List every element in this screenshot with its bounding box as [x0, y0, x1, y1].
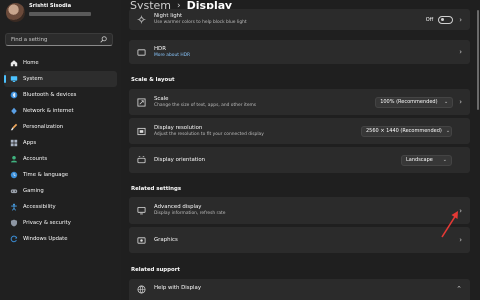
- sidebar-item-apps[interactable]: Apps: [4, 135, 117, 151]
- chevron-up-icon[interactable]: ⌃: [456, 285, 462, 293]
- help-display-title: Help with Display: [154, 285, 202, 291]
- chevron-down-icon: ⌄: [445, 128, 451, 134]
- sidebar-item-gaming[interactable]: Gaming: [4, 183, 117, 199]
- brightness-icon: [137, 15, 146, 24]
- sidebar-item-label: Apps: [23, 140, 37, 146]
- chevron-right-icon[interactable]: ›: [459, 16, 462, 24]
- chevron-right-icon[interactable]: ›: [459, 98, 462, 106]
- night-light-toggle[interactable]: [438, 15, 454, 24]
- sidebar-item-accounts[interactable]: Accounts: [4, 151, 117, 167]
- graphics-card[interactable]: Graphics ›: [129, 227, 470, 253]
- scale-dropdown[interactable]: 100% (Recommended) ⌄: [375, 96, 454, 108]
- brush-icon: [10, 123, 18, 131]
- accessibility-icon: [10, 203, 18, 211]
- gaming-icon: [10, 187, 18, 195]
- sidebar-item-privacy-security[interactable]: Privacy & security: [4, 215, 117, 231]
- night-light-toggle-group[interactable]: Off: [425, 15, 454, 24]
- network-icon: [10, 107, 18, 115]
- scrollbar[interactable]: [477, 10, 479, 110]
- accounts-icon: [10, 155, 18, 163]
- night-light-title: Night light: [154, 13, 183, 19]
- sidebar: Srishti Sisodia Find a setting Home Syst…: [0, 0, 121, 300]
- avatar: [6, 3, 25, 22]
- sidebar-item-network[interactable]: Network & internet: [4, 103, 117, 119]
- advanced-display-subtitle: Display information, refresh rate: [154, 211, 226, 216]
- resolution-dropdown[interactable]: 2560 × 1440 (Recommended) ⌄: [361, 125, 452, 137]
- sidebar-item-bluetooth[interactable]: Bluetooth & devices: [4, 87, 117, 103]
- advanced-display-card[interactable]: Advanced display Display information, re…: [129, 197, 470, 224]
- sidebar-item-label: Home: [23, 60, 39, 66]
- resolution-value: 2560 × 1440 (Recommended): [366, 128, 442, 134]
- graphics-title: Graphics: [154, 236, 178, 243]
- globe-icon: [137, 285, 146, 294]
- hdr-card[interactable]: HDR More about HDR ›: [129, 40, 470, 64]
- sidebar-item-system[interactable]: System: [4, 71, 117, 87]
- advanced-display-title: Advanced display: [154, 204, 202, 210]
- resolution-subtitle: Adjust the resolution to fit your connec…: [154, 131, 264, 137]
- sidebar-nav: Home System Bluetooth & devices Network …: [4, 55, 117, 247]
- home-icon: [10, 59, 18, 67]
- sidebar-item-label: Accounts: [23, 156, 48, 162]
- graphics-icon: [137, 236, 146, 245]
- sidebar-item-label: Windows Update: [23, 236, 68, 242]
- scale-card[interactable]: Scale Change the size of text, apps, and…: [129, 89, 470, 115]
- sidebar-item-label: Privacy & security: [23, 220, 71, 226]
- update-icon: [10, 235, 18, 243]
- search-box[interactable]: Find a setting: [5, 33, 113, 46]
- chevron-right-icon[interactable]: ›: [459, 48, 462, 56]
- sidebar-item-label: Gaming: [23, 188, 44, 194]
- sidebar-item-home[interactable]: Home: [4, 55, 117, 71]
- sidebar-item-label: Bluetooth & devices: [23, 92, 77, 98]
- orientation-icon: [137, 155, 146, 165]
- sidebar-item-windows-update[interactable]: Windows Update: [4, 231, 117, 247]
- night-light-state: Off: [425, 16, 434, 23]
- apps-icon: [10, 139, 18, 147]
- orientation-title: Display orientation: [154, 156, 206, 163]
- section-related-settings: Related settings: [131, 186, 182, 192]
- help-display-card[interactable]: Help with Display ⌃: [129, 279, 470, 300]
- chevron-down-icon: ⌄: [443, 99, 449, 105]
- orientation-value: Landscape: [406, 157, 433, 163]
- hdr-icon: [137, 48, 146, 57]
- chevron-right-icon[interactable]: ›: [459, 236, 462, 244]
- resolution-icon: [137, 127, 146, 136]
- system-icon: [10, 75, 18, 83]
- night-light-subtitle: Use warmer colors to help block blue lig…: [154, 20, 247, 25]
- sidebar-item-time-language[interactable]: Time & language: [4, 167, 117, 183]
- monitor-icon: [137, 206, 146, 215]
- time-icon: [10, 171, 18, 179]
- scale-title: Scale: [154, 95, 169, 102]
- search-input[interactable]: Find a setting: [11, 37, 47, 43]
- user-name: Srishti Sisodia: [29, 3, 72, 9]
- scale-value: 100% (Recommended): [380, 99, 438, 105]
- hdr-link[interactable]: More about HDR: [154, 53, 453, 59]
- shield-icon: [10, 219, 18, 227]
- user-email-redacted: [29, 12, 91, 16]
- scale-icon: [137, 97, 146, 107]
- orientation-card[interactable]: Display orientation Landscape ⌄: [129, 147, 470, 173]
- scale-subtitle: Change the size of text, apps, and other…: [154, 102, 257, 108]
- sidebar-item-label: Time & language: [23, 172, 69, 178]
- sidebar-item-accessibility[interactable]: Accessibility: [4, 199, 117, 215]
- main-content: System › Display Night light Use warmer …: [121, 0, 480, 300]
- search-icon: [100, 36, 107, 43]
- sidebar-item-label: System: [23, 76, 43, 82]
- hdr-title: HDR: [154, 45, 166, 52]
- section-scale-layout: Scale & layout: [131, 77, 175, 83]
- section-related-support: Related support: [131, 267, 180, 273]
- sidebar-item-label: Personalization: [23, 124, 64, 130]
- night-light-card[interactable]: Night light Use warmer colors to help bl…: [129, 9, 470, 30]
- sidebar-item-label: Network & internet: [23, 108, 74, 114]
- resolution-card[interactable]: Display resolution Adjust the resolution…: [129, 118, 470, 144]
- user-profile[interactable]: Srishti Sisodia: [6, 3, 91, 22]
- orientation-dropdown[interactable]: Landscape ⌄: [401, 154, 452, 166]
- sidebar-item-label: Accessibility: [23, 204, 56, 210]
- chevron-down-icon: ⌄: [442, 157, 447, 163]
- bluetooth-icon: [10, 91, 18, 99]
- chevron-right-icon[interactable]: ›: [459, 207, 462, 215]
- sidebar-item-personalization[interactable]: Personalization: [4, 119, 117, 135]
- resolution-title: Display resolution: [154, 124, 203, 131]
